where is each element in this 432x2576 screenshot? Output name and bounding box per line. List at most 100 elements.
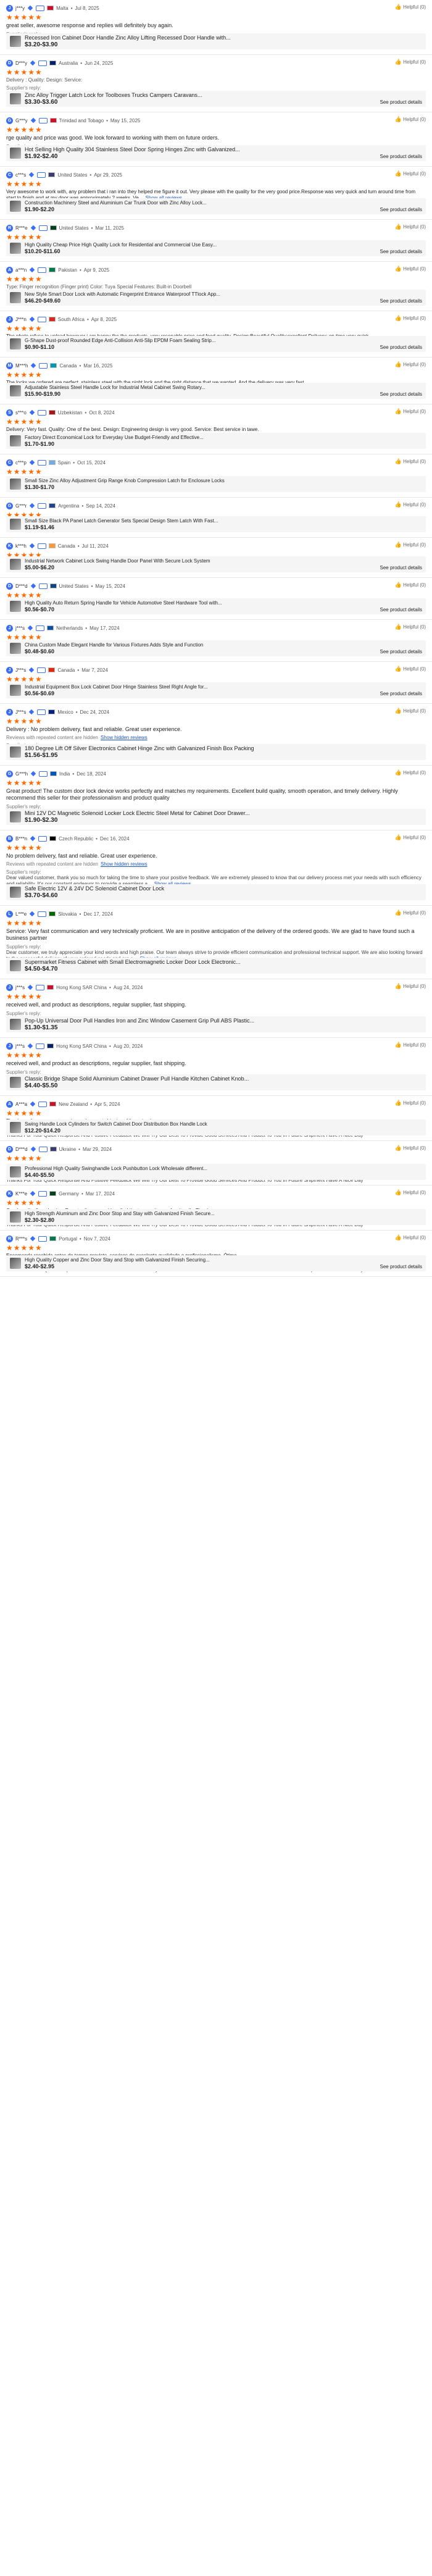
product-name[interactable]: Construction Machinery Steel and Alumini…: [25, 200, 375, 206]
helpful-button[interactable]: 👍 Helpful (0): [395, 458, 426, 465]
helpful-button[interactable]: 👍 Helpful (0): [395, 266, 426, 272]
product-name[interactable]: High Strength Aluminum and Zinc Door Sto…: [25, 1211, 422, 1216]
see-product-details-link[interactable]: See product details: [380, 391, 423, 399]
product-thumbnail[interactable]: [10, 960, 21, 971]
helpful-button[interactable]: 👍 Helpful (0): [395, 666, 426, 672]
helpful-button[interactable]: 👍 Helpful (0): [395, 361, 426, 368]
helpful-button[interactable]: 👍 Helpful (0): [395, 501, 426, 508]
product-thumbnail[interactable]: [10, 243, 21, 254]
product-card[interactable]: Supermarket Fitness Cabinet with Small E…: [6, 958, 426, 974]
product-card[interactable]: High Quality Auto Return Spring Handle f…: [6, 598, 426, 614]
helpful-button[interactable]: 👍 Helpful (0): [395, 1042, 426, 1048]
see-product-details-link[interactable]: See product details: [380, 691, 423, 698]
product-thumbnail[interactable]: [10, 36, 21, 47]
product-thumbnail[interactable]: [10, 519, 21, 530]
product-card[interactable]: Pop-Up Universal Door Pull Handles Iron …: [6, 1016, 426, 1032]
product-name[interactable]: Supermarket Fitness Cabinet with Small E…: [25, 959, 422, 965]
see-product-details-link[interactable]: See product details: [380, 565, 423, 572]
product-name[interactable]: G-Shape Dust-proof Rounded Edge Anti-Col…: [25, 338, 375, 343]
product-card[interactable]: G-Shape Dust-proof Rounded Edge Anti-Col…: [6, 336, 426, 352]
see-product-details-link[interactable]: See product details: [380, 345, 423, 352]
see-product-details-link[interactable]: See product details: [380, 249, 423, 256]
product-thumbnail[interactable]: [10, 479, 21, 490]
product-thumbnail[interactable]: [10, 643, 21, 654]
helpful-button[interactable]: 👍 Helpful (0): [395, 1234, 426, 1241]
helpful-button[interactable]: 👍 Helpful (0): [395, 1100, 426, 1106]
product-card[interactable]: Hot Selling High Quality 304 Stainless S…: [6, 145, 426, 161]
product-thumbnail[interactable]: [10, 601, 21, 612]
product-thumbnail[interactable]: [10, 1077, 21, 1088]
product-card[interactable]: Industrial Network Cabinet Lock Swing Ha…: [6, 556, 426, 572]
helpful-button[interactable]: 👍 Helpful (0): [395, 170, 426, 177]
product-card[interactable]: Construction Machinery Steel and Alumini…: [6, 198, 426, 214]
product-name[interactable]: Recessed Iron Cabinet Door Handle Zinc A…: [25, 35, 422, 41]
see-product-details-link[interactable]: See product details: [380, 154, 423, 161]
product-name[interactable]: New Style Smart Door Lock with Automatic…: [25, 291, 375, 297]
product-name[interactable]: Small Size Black PA Panel Latch Generato…: [25, 518, 422, 524]
product-name[interactable]: Hot Selling High Quality 304 Stainless S…: [25, 146, 375, 153]
product-card[interactable]: New Style Smart Door Lock with Automatic…: [6, 290, 426, 306]
helpful-button[interactable]: 👍 Helpful (0): [395, 116, 426, 123]
product-thumbnail[interactable]: [10, 148, 21, 159]
product-card[interactable]: Swing Handle Lock Cylinders for Switch C…: [6, 1119, 426, 1135]
product-thumbnail[interactable]: [10, 1211, 21, 1223]
product-thumbnail[interactable]: [10, 1166, 21, 1177]
product-thumbnail[interactable]: [10, 887, 21, 898]
product-name[interactable]: High Quality Cheap Price High Quality Lo…: [25, 242, 375, 248]
product-card[interactable]: High Quality Copper and Zinc Door Stay a…: [6, 1255, 426, 1271]
helpful-button[interactable]: 👍 Helpful (0): [395, 769, 426, 776]
helpful-button[interactable]: 👍 Helpful (0): [395, 834, 426, 841]
see-product-details-link[interactable]: See product details: [380, 207, 423, 214]
helpful-button[interactable]: 👍 Helpful (0): [395, 708, 426, 714]
helpful-button[interactable]: 👍 Helpful (0): [395, 542, 426, 548]
helpful-button[interactable]: 👍 Helpful (0): [395, 224, 426, 230]
helpful-button[interactable]: 👍 Helpful (0): [395, 1189, 426, 1196]
helpful-button[interactable]: 👍 Helpful (0): [395, 983, 426, 990]
product-thumbnail[interactable]: [10, 338, 21, 349]
product-name[interactable]: Factory Direct Economical Lock for Every…: [25, 435, 422, 440]
product-thumbnail[interactable]: [10, 93, 21, 104]
product-name[interactable]: Adjustable Stainless Steel Handle Lock f…: [25, 385, 375, 390]
product-card[interactable]: Classic Bridge Shape Solid Aluminium Cab…: [6, 1074, 426, 1090]
product-card[interactable]: Small Size Zinc Alloy Adjustment Grip Ra…: [6, 476, 426, 492]
product-name[interactable]: Professional High Quality Swinghandle Lo…: [25, 1166, 422, 1171]
product-thumbnail[interactable]: [10, 746, 21, 758]
product-thumbnail[interactable]: [10, 685, 21, 696]
product-name[interactable]: High Quality Auto Return Spring Handle f…: [25, 600, 375, 606]
product-thumbnail[interactable]: [10, 292, 21, 303]
product-name[interactable]: Safe Electric 12V & 24V DC Solenoid Cabi…: [25, 885, 422, 892]
product-card[interactable]: High Strength Aluminum and Zinc Door Sto…: [6, 1209, 426, 1225]
product-card[interactable]: Mini 12V DC Magnetic Solenoid Locker Loc…: [6, 809, 426, 825]
product-card[interactable]: Professional High Quality Swinghandle Lo…: [6, 1164, 426, 1180]
product-thumbnail[interactable]: [10, 1019, 21, 1030]
product-name[interactable]: Pop-Up Universal Door Pull Handles Iron …: [25, 1018, 422, 1024]
product-name[interactable]: Small Size Zinc Alloy Adjustment Grip Ra…: [25, 478, 422, 483]
product-card[interactable]: Industrial Equipment Box Lock Cabinet Do…: [6, 682, 426, 698]
product-name[interactable]: High Quality Copper and Zinc Door Stay a…: [25, 1257, 375, 1263]
helpful-button[interactable]: 👍 Helpful (0): [395, 59, 426, 65]
product-thumbnail[interactable]: [10, 811, 21, 822]
product-name[interactable]: Swing Handle Lock Cylinders for Switch C…: [25, 1121, 422, 1127]
show-hidden-reviews-link[interactable]: Show hidden reviews: [101, 861, 147, 867]
product-card[interactable]: 180 Degree Lift Off Silver Electronics C…: [6, 744, 426, 760]
product-thumbnail[interactable]: [10, 385, 21, 396]
helpful-button[interactable]: 👍 Helpful (0): [395, 315, 426, 322]
product-name[interactable]: Industrial Equipment Box Lock Cabinet Do…: [25, 684, 375, 690]
product-name[interactable]: Classic Bridge Shape Solid Aluminium Cab…: [25, 1076, 422, 1082]
helpful-button[interactable]: 👍 Helpful (0): [395, 1145, 426, 1152]
product-name[interactable]: Zinc Alloy Trigger Latch Lock for Toolbo…: [25, 92, 375, 98]
helpful-button[interactable]: 👍 Helpful (0): [395, 910, 426, 916]
product-card[interactable]: China Custom Made Elegant Handle for Var…: [6, 640, 426, 656]
helpful-button[interactable]: 👍 Helpful (0): [395, 582, 426, 588]
see-product-details-link[interactable]: See product details: [380, 649, 423, 656]
see-product-details-link[interactable]: See product details: [380, 298, 423, 306]
product-card[interactable]: Zinc Alloy Trigger Latch Lock for Toolbo…: [6, 91, 426, 107]
see-product-details-link[interactable]: See product details: [380, 607, 423, 614]
helpful-button[interactable]: 👍 Helpful (0): [395, 624, 426, 630]
see-product-details-link[interactable]: See product details: [380, 99, 423, 107]
product-thumbnail[interactable]: [10, 201, 21, 212]
product-card[interactable]: Adjustable Stainless Steel Handle Lock f…: [6, 383, 426, 399]
product-card[interactable]: Recessed Iron Cabinet Door Handle Zinc A…: [6, 33, 426, 49]
see-product-details-link[interactable]: See product details: [380, 1264, 423, 1271]
product-card[interactable]: Small Size Black PA Panel Latch Generato…: [6, 516, 426, 532]
